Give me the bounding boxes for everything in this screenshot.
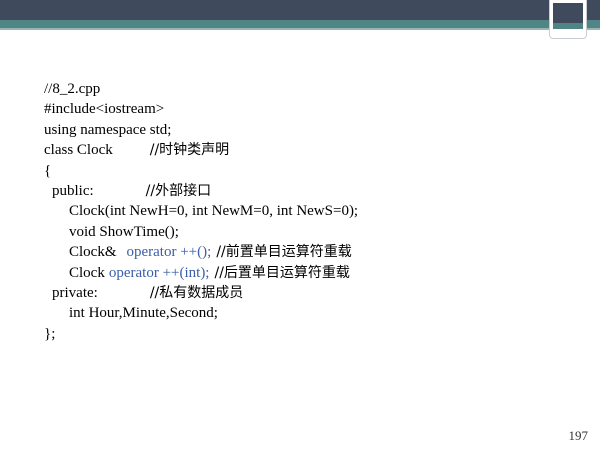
code-line-filename: //8_2.cpp: [44, 79, 358, 99]
code-listing: //8_2.cpp #include<iostream> using names…: [44, 79, 358, 344]
corner-tab-teal: [553, 23, 583, 29]
code-text: //8_2.cpp: [44, 81, 101, 97]
code-text: using namespace std;: [44, 121, 172, 138]
code-line-close: };: [44, 324, 358, 344]
code-line-private: private: //私有数据成员: [44, 283, 358, 303]
code-line-constructor: Clock(int NewH=0, int NewM=0, int NewS=0…: [44, 201, 358, 221]
header-band-dark: [0, 0, 600, 20]
code-line-class-decl: class Clock //时钟类声明: [44, 140, 358, 160]
code-text: void ShowTime();: [69, 223, 179, 240]
code-comment: //外部接口: [145, 182, 212, 199]
header-band-teal: [0, 20, 600, 28]
code-text: #include<iostream>: [44, 101, 165, 118]
code-text: int Hour,Minute,Second;: [69, 305, 218, 322]
code-keyword: operator ++(int);: [108, 264, 210, 281]
code-text: public:: [52, 182, 94, 199]
code-comment: //时钟类声明: [149, 142, 230, 159]
page-number: 197: [568, 428, 589, 443]
code-text: };: [44, 325, 56, 342]
code-comment: //私有数据成员: [149, 284, 244, 301]
code-line-namespace: using namespace std;: [44, 120, 358, 140]
code-line-postfix-op: Clock operator ++(int);//后置单目运算符重载: [44, 263, 358, 283]
code-keyword: operator ++();: [126, 244, 212, 261]
corner-tab-dark: [553, 3, 583, 23]
header-band-light: [0, 28, 600, 30]
code-line-prefix-op: Clock& operator ++();//前置单目运算符重载: [44, 242, 358, 262]
code-line-public: public: //外部接口: [44, 181, 358, 201]
code-line-members: int Hour,Minute,Second;: [44, 303, 358, 323]
code-line-open-brace: {: [44, 161, 358, 181]
header-corner-tab: [550, 0, 586, 38]
code-line-include: #include<iostream>: [44, 99, 358, 119]
code-text: class Clock: [44, 142, 113, 159]
code-text: Clock&: [69, 244, 117, 261]
code-text: {: [44, 162, 52, 179]
code-text: private:: [52, 284, 98, 301]
code-comment: //后置单目运算符重载: [214, 264, 350, 281]
code-text: Clock: [69, 264, 105, 281]
code-text: Clock(int NewH=0, int NewM=0, int NewS=0…: [69, 203, 359, 220]
code-comment: //前置单目运算符重载: [216, 244, 352, 261]
code-line-showtime: void ShowTime();: [44, 222, 358, 242]
